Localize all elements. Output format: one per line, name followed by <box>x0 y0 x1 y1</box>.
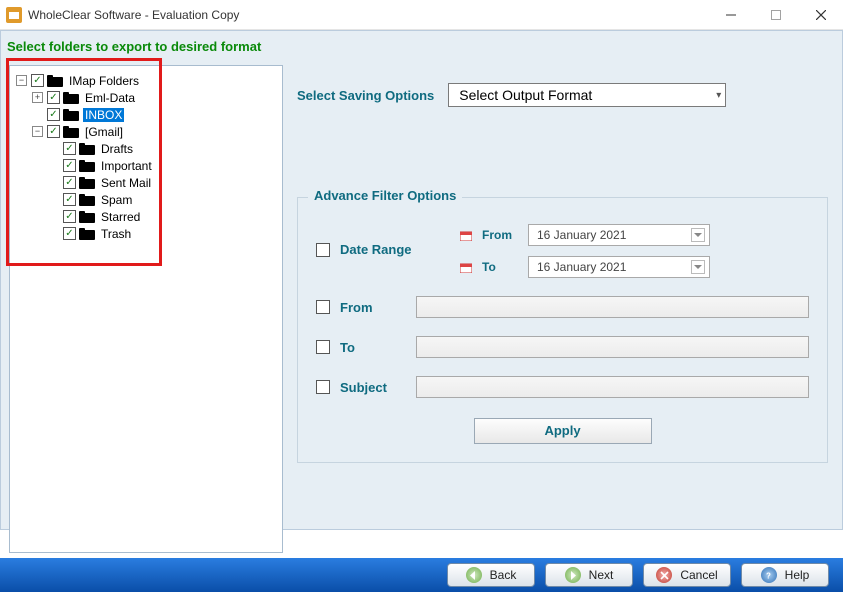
app-icon <box>6 7 22 23</box>
checkbox[interactable] <box>63 176 76 189</box>
tree-label: IMap Folders <box>67 74 141 88</box>
tree-label-selected: INBOX <box>83 108 124 122</box>
collapse-icon[interactable]: − <box>16 75 27 86</box>
folder-icon <box>79 227 95 241</box>
folder-icon <box>63 91 79 105</box>
tree-label: Starred <box>99 210 142 224</box>
saving-options-label: Select Saving Options <box>297 88 434 103</box>
tree-node-sent[interactable]: Sent Mail <box>48 174 278 191</box>
output-format-dropdown[interactable]: Select Output Format ▾ <box>448 83 726 107</box>
cancel-button[interactable]: Cancel <box>643 563 731 587</box>
date-range-checkbox[interactable] <box>316 243 330 257</box>
back-button[interactable]: Back <box>447 563 535 587</box>
to-label: To <box>340 340 400 355</box>
filter-legend: Advance Filter Options <box>308 188 462 203</box>
to-input[interactable] <box>416 336 809 358</box>
collapse-icon[interactable]: − <box>32 126 43 137</box>
folder-tree-panel: − IMap Folders + Eml-Data <box>9 65 283 553</box>
tree-label: Sent Mail <box>99 176 153 190</box>
checkbox[interactable] <box>31 74 44 87</box>
folder-icon <box>79 176 95 190</box>
next-button[interactable]: Next <box>545 563 633 587</box>
checkbox[interactable] <box>63 227 76 240</box>
date-to-picker[interactable]: 16 January 2021 <box>528 256 710 278</box>
tree-label: [Gmail] <box>83 125 125 139</box>
tree-label: Spam <box>99 193 134 207</box>
date-from-label: From <box>482 228 518 242</box>
apply-button[interactable]: Apply <box>474 418 652 444</box>
help-button[interactable]: ? Help <box>741 563 829 587</box>
minimize-button[interactable] <box>708 0 753 30</box>
advance-filter-group: Advance Filter Options Date Range From 1… <box>297 197 828 463</box>
dropdown-icon <box>691 228 705 242</box>
checkbox[interactable] <box>63 193 76 206</box>
date-range-label: Date Range <box>340 242 430 257</box>
checkbox[interactable] <box>63 210 76 223</box>
tree-node-root[interactable]: − IMap Folders <box>16 72 278 89</box>
instruction-text: Select folders to export to desired form… <box>1 31 842 60</box>
tree-node-starred[interactable]: Starred <box>48 208 278 225</box>
folder-icon <box>79 142 95 156</box>
folder-icon <box>63 108 79 122</box>
calendar-icon <box>460 262 472 273</box>
dropdown-icon <box>691 260 705 274</box>
dropdown-value: Select Output Format <box>459 87 592 103</box>
checkbox[interactable] <box>63 142 76 155</box>
navigation-bar: Back Next Cancel ? Help <box>0 558 843 592</box>
folder-icon <box>47 74 63 88</box>
tree-node-trash[interactable]: Trash <box>48 225 278 242</box>
tree-node-eml[interactable]: + Eml-Data <box>32 89 278 106</box>
close-button[interactable] <box>798 0 843 30</box>
tree-node-drafts[interactable]: Drafts <box>48 140 278 157</box>
tree-label: Drafts <box>99 142 135 156</box>
to-checkbox[interactable] <box>316 340 330 354</box>
chevron-down-icon: ▾ <box>716 90 721 101</box>
date-to-label: To <box>482 260 518 274</box>
tree-node-inbox[interactable]: INBOX <box>32 106 278 123</box>
folder-tree[interactable]: − IMap Folders + Eml-Data <box>10 66 282 248</box>
checkbox[interactable] <box>47 108 60 121</box>
svg-text:?: ? <box>766 571 771 580</box>
maximize-button[interactable] <box>753 0 798 30</box>
date-value: 16 January 2021 <box>537 260 626 274</box>
calendar-icon <box>460 230 472 241</box>
work-area: Select folders to export to desired form… <box>0 30 843 530</box>
folder-icon <box>79 159 95 173</box>
tree-label: Trash <box>99 227 133 241</box>
checkbox[interactable] <box>47 91 60 104</box>
expand-icon[interactable]: + <box>32 92 43 103</box>
help-icon: ? <box>761 567 777 583</box>
tree-node-important[interactable]: Important <box>48 157 278 174</box>
no-expand <box>32 109 43 120</box>
nav-label: Help <box>785 568 810 582</box>
nav-label: Back <box>490 568 517 582</box>
next-arrow-icon <box>565 567 581 583</box>
cancel-icon <box>656 567 672 583</box>
options-area: Select Saving Options Select Output Form… <box>297 75 828 463</box>
checkbox[interactable] <box>63 159 76 172</box>
nav-label: Next <box>589 568 614 582</box>
subject-checkbox[interactable] <box>316 380 330 394</box>
nav-label: Cancel <box>680 568 717 582</box>
tree-label: Eml-Data <box>83 91 137 105</box>
from-label: From <box>340 300 400 315</box>
folder-icon <box>79 193 95 207</box>
date-from-picker[interactable]: 16 January 2021 <box>528 224 710 246</box>
checkbox[interactable] <box>47 125 60 138</box>
from-checkbox[interactable] <box>316 300 330 314</box>
window-title: WholeClear Software - Evaluation Copy <box>28 8 239 22</box>
folder-icon <box>79 210 95 224</box>
tree-node-spam[interactable]: Spam <box>48 191 278 208</box>
folder-icon <box>63 125 79 139</box>
subject-input[interactable] <box>416 376 809 398</box>
subject-label: Subject <box>340 380 400 395</box>
tree-label: Important <box>99 159 154 173</box>
from-input[interactable] <box>416 296 809 318</box>
date-value: 16 January 2021 <box>537 228 626 242</box>
tree-node-gmail[interactable]: − [Gmail] <box>32 123 278 140</box>
back-arrow-icon <box>466 567 482 583</box>
title-bar: WholeClear Software - Evaluation Copy <box>0 0 843 30</box>
